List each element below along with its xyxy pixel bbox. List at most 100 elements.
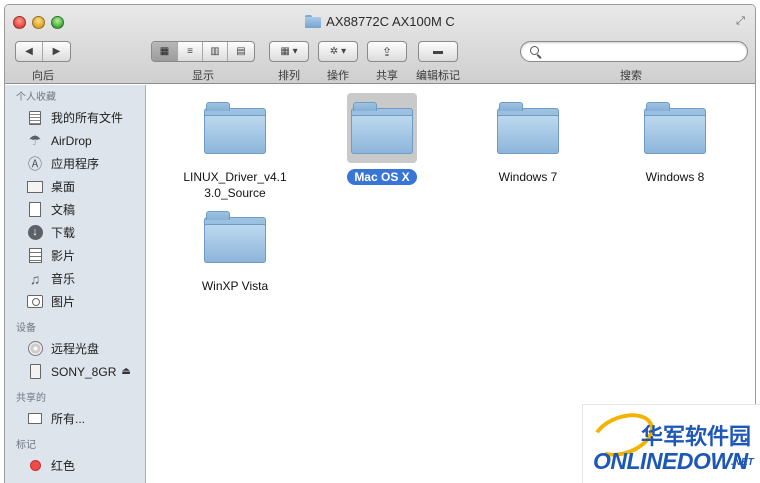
sidebar-item-label: SONY_8GR — [51, 364, 117, 379]
arrange-label: 排列 — [278, 70, 300, 82]
documents-icon — [26, 202, 44, 218]
sidebar-item-label: 音乐 — [51, 272, 76, 286]
window-title: AX88772C AX100M C — [5, 14, 755, 29]
sidebar-item-remote-disc[interactable]: 远程光盘 — [5, 337, 145, 360]
folder-item-winxp-vista[interactable]: WinXP Vista — [173, 202, 297, 294]
sidebar-item-label: 应用程序 — [51, 157, 100, 171]
sidebar-item-label: 我的所有文件 — [51, 111, 124, 125]
pictures-icon — [26, 294, 44, 310]
sidebar-item-label: AirDrop — [51, 133, 92, 148]
folder-icon — [351, 102, 413, 154]
cover-flow-icon: ▤ — [236, 46, 246, 57]
sidebar-item-label: 远程光盘 — [51, 342, 100, 356]
share-label: 共享 — [376, 70, 398, 82]
fullscreen-icon[interactable]: ⤢ — [734, 15, 747, 28]
folder-name: LINUX_Driver_v4.1 3.0_Source — [183, 170, 287, 200]
watermark-logo: 华军软件园 ONLINEDOWN .NET — [582, 404, 760, 483]
search-icon — [530, 46, 539, 55]
arrange-button[interactable]: ▦ ▾ — [269, 41, 309, 62]
sidebar-item-documents[interactable]: 文稿 — [5, 198, 145, 221]
tags-group: ▬ 编辑标记 — [416, 41, 460, 83]
action-label: 操作 — [327, 70, 349, 82]
applications-icon: Ⓐ — [28, 155, 42, 172]
sidebar-item-all-my-files[interactable]: 我的所有文件 — [5, 106, 145, 129]
remote-disc-icon — [26, 341, 44, 357]
sidebar-item-applications[interactable]: Ⓐ 应用程序 — [5, 152, 145, 175]
sidebar-item-label: 红色 — [51, 459, 76, 473]
edit-tags-button[interactable]: ▬ — [418, 41, 458, 62]
sidebar-item-movies[interactable]: 影片 — [5, 244, 145, 267]
folder-item-linux-driver[interactable]: LINUX_Driver_v4.1 3.0_Source — [173, 93, 297, 201]
folder-item-windows-8[interactable]: Windows 8 — [613, 93, 737, 185]
movies-icon — [26, 248, 44, 264]
sidebar-item-sony-drive[interactable]: SONY_8GR ⏏ — [5, 360, 145, 383]
watermark-cn-text: 华军软件园 — [641, 424, 752, 449]
back-arrow-icon: ◀ — [25, 46, 33, 57]
sidebar-item-music[interactable]: ♫ 音乐 — [5, 267, 145, 290]
watermark-net-text: .NET — [731, 457, 754, 468]
sidebar-item-label: 所有... — [51, 412, 86, 426]
downloads-icon: ↓ — [26, 225, 44, 241]
folder-icon — [204, 211, 266, 263]
column-view-button[interactable]: ▥ — [203, 42, 228, 61]
folder-item-mac-os-x[interactable]: Mac OS X — [320, 93, 444, 185]
view-group: ▦ ≡ ▥ ▤ 显示 — [151, 41, 255, 83]
sidebar-item-label: 下载 — [51, 226, 76, 240]
sidebar-section-favorites: 个人收藏 — [16, 92, 56, 103]
icon-view-icon: ▦ — [159, 46, 170, 57]
folder-icon — [644, 102, 706, 154]
folder-name: Mac OS X — [347, 169, 417, 185]
view-segment: ▦ ≡ ▥ ▤ — [151, 41, 255, 62]
arrange-icon: ▦ ▾ — [280, 46, 298, 57]
edit-tags-label: 编辑标记 — [416, 70, 460, 82]
folder-icon — [497, 102, 559, 154]
sidebar-item-all-shared[interactable]: 所有... — [5, 407, 145, 430]
search-field[interactable] — [520, 41, 748, 62]
share-icon: ⇪ — [381, 44, 393, 59]
sidebar-item-desktop[interactable]: 桌面 — [5, 175, 145, 198]
back-button[interactable]: ◀ — [16, 42, 43, 61]
share-button[interactable]: ⇪ — [367, 41, 407, 62]
sidebar-item-label: 影片 — [51, 249, 76, 263]
share-group: ⇪ 共享 — [367, 41, 407, 83]
airdrop-icon: ☂ — [28, 132, 42, 148]
folder-name: Windows 8 — [645, 170, 705, 184]
toolbar: AX88772C AX100M C ⤢ ◀ ▶ 向后 ▦ ≡ ▥ ▤ 显示 ▦ … — [5, 5, 755, 84]
usb-drive-icon — [26, 364, 44, 380]
sidebar-item-label: 图片 — [51, 295, 76, 309]
watermark-en-text: ONLINEDOWN — [593, 448, 748, 474]
sidebar-item-pictures[interactable]: 图片 — [5, 290, 145, 313]
sidebar-section-devices: 设备 — [16, 323, 36, 334]
cover-flow-button[interactable]: ▤ — [228, 42, 254, 61]
list-view-button[interactable]: ≡ — [178, 42, 203, 61]
desktop-icon — [26, 179, 44, 195]
sidebar-item-downloads[interactable]: ↓ 下载 — [5, 221, 145, 244]
sidebar-item-airdrop[interactable]: ☂ AirDrop — [5, 129, 145, 152]
window-title-text: AX88772C AX100M C — [326, 14, 455, 29]
forward-button[interactable]: ▶ — [43, 42, 70, 61]
folder-icon — [204, 102, 266, 154]
sidebar-item-label: 桌面 — [51, 180, 76, 194]
network-icon — [26, 411, 44, 427]
folder-name: WinXP Vista — [201, 279, 269, 293]
sidebar-item-red-tag[interactable]: 红色 — [5, 454, 145, 477]
column-view-icon: ▥ — [210, 46, 220, 57]
nav-segment: ◀ ▶ — [15, 41, 71, 62]
eject-icon[interactable]: ⏏ — [121, 366, 130, 377]
action-group: ✲ ▾ 操作 — [318, 41, 358, 83]
nav-group: ◀ ▶ 向后 — [15, 41, 71, 83]
search-label: 搜索 — [620, 70, 642, 82]
search-input[interactable] — [545, 44, 741, 59]
sidebar-item-label: 文稿 — [51, 203, 76, 217]
icon-view-button[interactable]: ▦ — [152, 42, 178, 61]
sidebar-section-shared: 共享的 — [16, 393, 46, 404]
folder-item-windows-7[interactable]: Windows 7 — [466, 93, 590, 185]
sidebar: 个人收藏 我的所有文件 ☂ AirDrop Ⓐ 应用程序 桌面 文稿 ↓ 下载 … — [5, 85, 146, 483]
folder-icon — [305, 15, 322, 28]
all-files-icon — [26, 110, 44, 126]
forward-arrow-icon: ▶ — [52, 46, 61, 57]
action-button[interactable]: ✲ ▾ — [318, 41, 358, 62]
red-tag-icon — [26, 458, 44, 474]
music-icon: ♫ — [29, 270, 41, 287]
tag-icon: ▬ — [433, 46, 443, 57]
